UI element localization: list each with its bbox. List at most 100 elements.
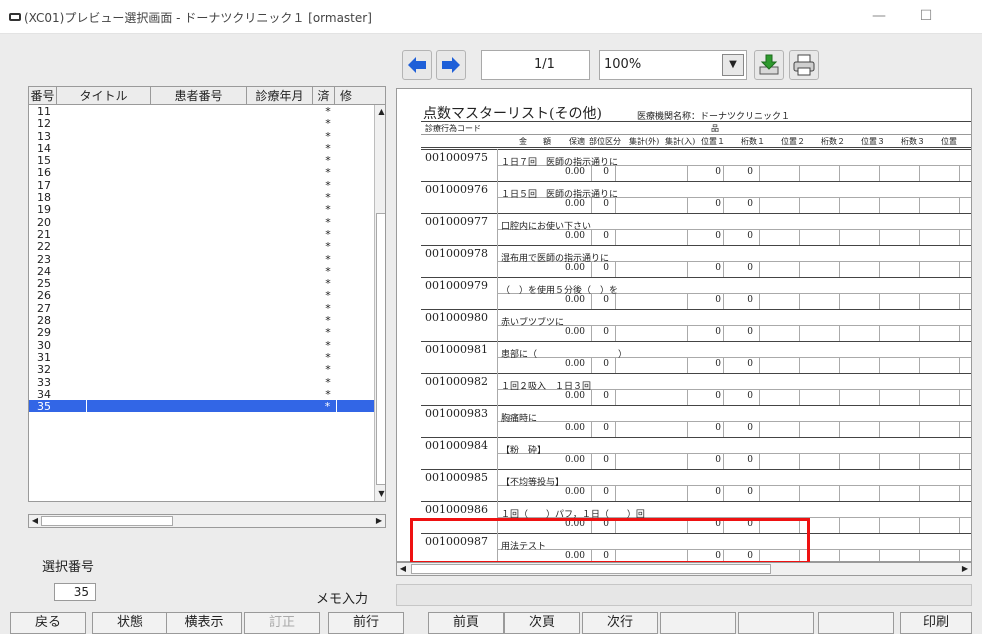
selection-number-input[interactable]: 35 [54, 583, 96, 601]
zoom-select[interactable]: 100% ▼ [599, 50, 747, 80]
record-divider [421, 277, 971, 278]
list-row[interactable]: 33 * [29, 375, 374, 389]
scrollbar-thumb[interactable] [41, 516, 173, 526]
cell-divider [879, 389, 880, 405]
prev-page-button[interactable]: 前頁 [428, 612, 504, 634]
maximize-button[interactable]: ☐ [915, 6, 937, 26]
list-row[interactable]: 26 * [29, 289, 374, 302]
cell-divider [799, 197, 800, 213]
list-row[interactable]: 15 * [29, 154, 374, 167]
correct-button: 訂正 [244, 612, 320, 634]
list-row[interactable]: 22 * [29, 240, 374, 253]
list-row[interactable]: 25 * [29, 277, 374, 290]
list-row[interactable]: 27 * [29, 301, 374, 315]
memo-input[interactable] [396, 584, 972, 606]
row-done-mark: * [325, 301, 331, 315]
row-done-mark: * [325, 227, 331, 241]
blank-button-3[interactable] [818, 612, 894, 634]
list-header: 番号 タイトル 患者番号 診療年月 済 修 [29, 87, 385, 105]
preview-horizontal-scrollbar[interactable]: ◀ ▶ [396, 562, 972, 576]
cell-divider [687, 197, 688, 213]
next-page-button[interactable]: 次頁 [504, 612, 580, 634]
list-row[interactable]: 18 * [29, 191, 374, 204]
row-done-mark: * [325, 387, 331, 401]
blank-button-2[interactable] [738, 612, 814, 634]
record-code: 001000980 [425, 311, 488, 324]
scroll-left-icon[interactable]: ◀ [397, 563, 409, 575]
list-horizontal-scrollbar[interactable]: ◀ ▶ [28, 514, 386, 528]
list-row[interactable]: 17 * [29, 179, 374, 192]
list-row[interactable]: 12 * [29, 117, 374, 130]
cell-divider [919, 165, 920, 181]
minimize-button[interactable]: — [868, 6, 890, 26]
header-column: 集計(外) [629, 137, 660, 146]
record-count-out: 0 [715, 231, 721, 241]
cell-divider [839, 549, 840, 561]
blank-button-1[interactable] [660, 612, 736, 634]
scroll-right-icon[interactable]: ▶ [959, 563, 971, 575]
scroll-right-icon[interactable]: ▶ [373, 515, 385, 527]
list-row[interactable]: 16 * [29, 166, 374, 179]
list-row[interactable]: 31 * [29, 351, 374, 364]
report-record: 001000982 １回２吸入 １日３回 0.00 0 0 0 [421, 373, 971, 405]
column-header-title[interactable]: タイトル [57, 87, 151, 105]
row-done-mark: * [325, 375, 331, 389]
cell-divider [759, 389, 760, 405]
printer-icon [793, 54, 815, 76]
next-page-nav-button[interactable] [436, 50, 466, 80]
list-row[interactable]: 21 * [29, 227, 374, 241]
header-column: 位置１ [701, 137, 725, 146]
column-header-patient-number[interactable]: 患者番号 [151, 87, 247, 105]
column-header-month[interactable]: 診療年月 [247, 87, 313, 105]
memo-label: メモ入力 [316, 592, 369, 607]
row-number: 13 [37, 129, 51, 143]
list-row[interactable]: 28 * [29, 314, 374, 327]
list-vertical-scrollbar[interactable]: ▲ ▼ [374, 105, 385, 501]
record-count-in: 0 [747, 487, 753, 497]
cell-divider [919, 389, 920, 405]
list-row[interactable]: 23 * [29, 253, 374, 266]
list-row[interactable]: 13 * [29, 129, 374, 143]
download-button[interactable] [754, 50, 784, 80]
chevron-down-icon[interactable]: ▼ [722, 54, 744, 76]
next-row-button[interactable]: 次行 [582, 612, 658, 634]
scroll-up-icon[interactable]: ▲ [375, 107, 385, 116]
report-preview[interactable]: 点数マスターリスト(その他) 医療機関名称：ドーナツクリニック１ 診療行為コード… [396, 88, 972, 562]
cell-divider [799, 325, 800, 341]
column-header-number[interactable]: 番号 [29, 87, 57, 105]
landscape-button[interactable]: 横表示 [166, 612, 242, 634]
list-row[interactable]: 29 * [29, 326, 374, 339]
list-row[interactable]: 20 * [29, 216, 374, 229]
record-count-in: 0 [747, 455, 753, 465]
back-button[interactable]: 戻る [10, 612, 86, 634]
page-indicator[interactable]: 1/1 [481, 50, 590, 80]
cell-divider [959, 357, 960, 373]
scroll-down-icon[interactable]: ▼ [375, 489, 385, 498]
scroll-left-icon[interactable]: ◀ [29, 515, 41, 527]
column-header-fix[interactable]: 修 [335, 87, 357, 105]
list-row[interactable]: 35 * [29, 400, 374, 413]
scrollbar-thumb[interactable] [411, 564, 771, 574]
prev-page-nav-button[interactable] [402, 50, 432, 80]
record-insurance: 0 [603, 423, 609, 433]
list-row[interactable]: 14 * [29, 142, 374, 155]
status-button[interactable]: 状態 [92, 612, 168, 634]
prev-row-button[interactable]: 前行 [328, 612, 404, 634]
list-row[interactable]: 24 * [29, 265, 374, 278]
document-list[interactable]: 番号 タイトル 患者番号 診療年月 済 修 11 * 12 * 13 * 14 * 15 * 16 *… [28, 86, 386, 502]
list-row[interactable]: 11 * [29, 105, 374, 118]
row-done-mark: * [325, 203, 331, 217]
list-row[interactable]: 32 * [29, 363, 374, 376]
cell-divider [919, 517, 920, 533]
record-insurance: 0 [603, 327, 609, 337]
record-amount: 0.00 [564, 167, 585, 177]
list-row[interactable]: 34 * [29, 387, 374, 401]
scrollbar-thumb[interactable] [376, 213, 385, 485]
cell-divider [799, 357, 800, 373]
column-header-done[interactable]: 済 [313, 87, 335, 105]
print-preview-button[interactable] [789, 50, 819, 80]
list-row[interactable]: 30 * [29, 339, 374, 352]
print-button[interactable]: 印刷 [900, 612, 972, 634]
cell-divider [759, 421, 760, 437]
list-row[interactable]: 19 * [29, 203, 374, 217]
